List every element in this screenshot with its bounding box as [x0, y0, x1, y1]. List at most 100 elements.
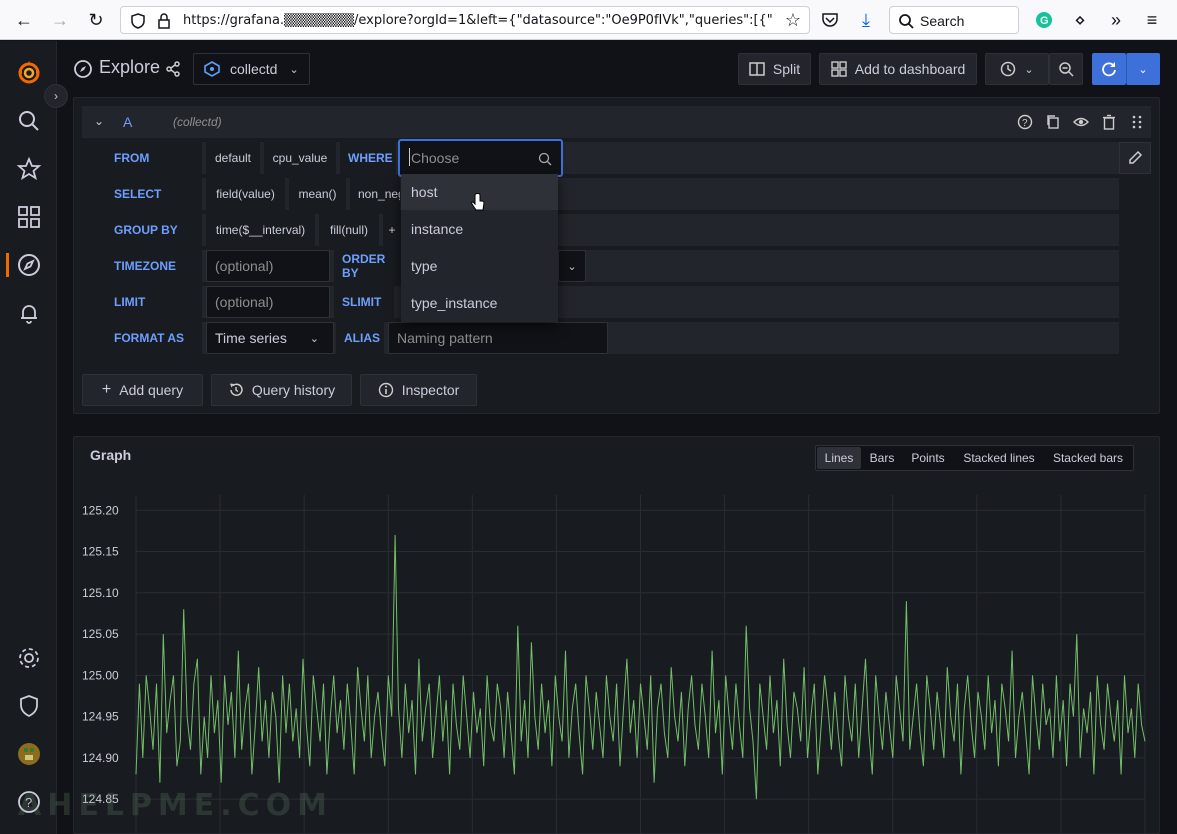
search-icon[interactable]	[16, 108, 42, 134]
hamburger-menu-icon[interactable]: ≡	[1140, 8, 1164, 32]
graph-title: Graph	[90, 447, 132, 463]
group-by-time[interactable]: time($__interval)	[206, 214, 315, 246]
dropdown-option[interactable]: instance	[401, 211, 558, 247]
datasource-name: collectd	[230, 61, 278, 77]
query-history-button[interactable]: Query history	[211, 374, 352, 406]
add-query-label: Add query	[119, 382, 184, 398]
hand-pointer-cursor-icon	[471, 193, 485, 211]
mode-bars-button[interactable]: Bars	[863, 447, 901, 469]
address-bar[interactable]: https://grafana.▒▒▒▒▒▒▒/explore?orgId=1&…	[120, 6, 810, 34]
lock-icon	[158, 13, 170, 29]
timezone-input[interactable]: (optional)	[206, 250, 330, 282]
chevron-down-icon: ⌄	[1024, 63, 1034, 76]
dashboards-grid-icon[interactable]	[16, 204, 42, 230]
split-button[interactable]: Split	[738, 53, 811, 85]
browser-search-field[interactable]: Search	[889, 6, 1019, 34]
configuration-gear-icon[interactable]	[16, 645, 42, 671]
duplicate-icon[interactable]	[1045, 114, 1061, 130]
search-icon	[538, 152, 552, 166]
time-series-chart[interactable]: 125.20 125.15 125.10 125.05 125.00 124.95 124.…	[74, 480, 1159, 834]
y-tick-label: 125.10	[82, 586, 119, 600]
order-by-select[interactable]: ⌄	[558, 250, 586, 282]
run-query-button[interactable]	[1092, 53, 1126, 85]
share-icon[interactable]	[165, 61, 181, 77]
query-ref-id[interactable]: A	[123, 114, 132, 130]
add-query-button[interactable]: + Add query	[82, 374, 203, 406]
mode-stacked-lines-button[interactable]: Stacked lines	[955, 447, 1043, 469]
select-field[interactable]: field(value)	[206, 178, 285, 210]
collapse-chevron-icon[interactable]: ⌄	[94, 114, 104, 128]
trash-icon[interactable]	[1101, 114, 1117, 130]
starred-star-icon[interactable]	[16, 156, 42, 182]
server-admin-shield-icon[interactable]	[16, 693, 42, 719]
explore-compass-icon[interactable]	[16, 252, 42, 278]
eye-icon[interactable]	[1073, 114, 1089, 130]
alias-input[interactable]: Naming pattern	[388, 322, 608, 354]
select-transform[interactable]: non_neg	[350, 178, 400, 210]
info-circle-icon	[378, 382, 393, 398]
clock-icon	[1001, 61, 1016, 77]
chevron-down-icon: ⌄	[567, 260, 577, 273]
user-avatar[interactable]	[16, 741, 42, 767]
chevron-down-icon: ⌄	[289, 63, 299, 76]
back-arrow-icon[interactable]: ←	[12, 8, 36, 32]
limit-keyword: LIMIT	[106, 286, 202, 318]
from-policy[interactable]: default	[206, 142, 260, 174]
order-by-keyword: ORDER BY	[334, 250, 402, 282]
where-tag-input[interactable]: Choose	[398, 139, 563, 177]
bookmark-star-icon[interactable]: ☆	[785, 10, 801, 31]
dashboards-grid-icon	[831, 61, 847, 77]
query-row-header: ⌄ A (collectd) ?	[82, 106, 1151, 138]
time-range-picker[interactable]: ⌄	[985, 53, 1049, 85]
dropdown-option[interactable]: type	[401, 248, 558, 284]
y-tick-label: 125.15	[82, 545, 119, 559]
mode-points-button[interactable]: Points	[903, 447, 953, 469]
query-datasource-hint: (collectd)	[173, 115, 222, 129]
where-keyword: WHERE	[340, 142, 396, 174]
alerting-bell-icon[interactable]	[16, 300, 42, 326]
influxdb-icon	[204, 61, 220, 77]
pocket-icon[interactable]	[818, 8, 842, 32]
y-tick-label: 124.90	[82, 751, 119, 765]
watermark: AHELPME.COM	[18, 788, 334, 823]
reload-icon[interactable]: ↻	[84, 8, 108, 32]
mode-stacked-bars-button[interactable]: Stacked bars	[1045, 447, 1131, 469]
grafana-logo-icon[interactable]	[16, 60, 42, 86]
grammarly-icon[interactable]: G	[1032, 8, 1056, 32]
format-as-select[interactable]: Time series ⌄	[206, 322, 334, 354]
split-columns-icon	[749, 62, 765, 76]
y-tick-label: 125.05	[82, 627, 119, 641]
add-to-dashboard-button[interactable]: Add to dashboard	[819, 53, 977, 85]
inspector-button[interactable]: Inspector	[360, 374, 477, 406]
sidebar-expand-chevron-icon[interactable]: ›	[44, 84, 68, 108]
split-label: Split	[772, 61, 801, 77]
svg-text:?: ?	[1022, 118, 1028, 129]
limit-input[interactable]: (optional)	[206, 286, 330, 318]
browser-search-label: Search	[920, 13, 965, 29]
browser-toolbar: ← → ↻ https://grafana.▒▒▒▒▒▒▒/explore?or…	[0, 0, 1177, 40]
extension-icon[interactable]: ⋄	[1068, 8, 1092, 32]
y-tick-label: 125.00	[82, 668, 119, 682]
refresh-interval-dropdown[interactable]: ⌄	[1126, 53, 1160, 85]
overflow-chevrons-icon[interactable]: »	[1104, 8, 1128, 32]
raw-query-toggle[interactable]	[1119, 142, 1151, 174]
mode-lines-button[interactable]: Lines	[817, 447, 861, 469]
slimit-keyword: SLIMIT	[334, 286, 394, 318]
alias-keyword: ALIAS	[336, 322, 384, 354]
download-icon[interactable]: ⤓	[854, 8, 878, 32]
forward-arrow-icon[interactable]: →	[48, 8, 72, 32]
page-title: Explore	[99, 57, 161, 77]
help-question-icon[interactable]: ?	[1017, 114, 1033, 130]
datasource-picker[interactable]: collectd ⌄	[193, 53, 310, 85]
active-nav-indicator	[6, 253, 9, 277]
from-measurement[interactable]: cpu_value	[264, 142, 336, 174]
dropdown-option[interactable]: type_instance	[401, 285, 558, 321]
drag-handle-icon[interactable]	[1129, 114, 1145, 130]
zoom-out-button[interactable]	[1049, 53, 1083, 85]
select-aggregation[interactable]: mean()	[289, 178, 346, 210]
chevron-down-icon: ⌄	[1138, 63, 1148, 76]
group-by-fill[interactable]: fill(null)	[319, 214, 379, 246]
group-by-add-button[interactable]: +	[383, 214, 401, 246]
refresh-icon	[1102, 62, 1116, 77]
search-icon	[899, 14, 914, 29]
